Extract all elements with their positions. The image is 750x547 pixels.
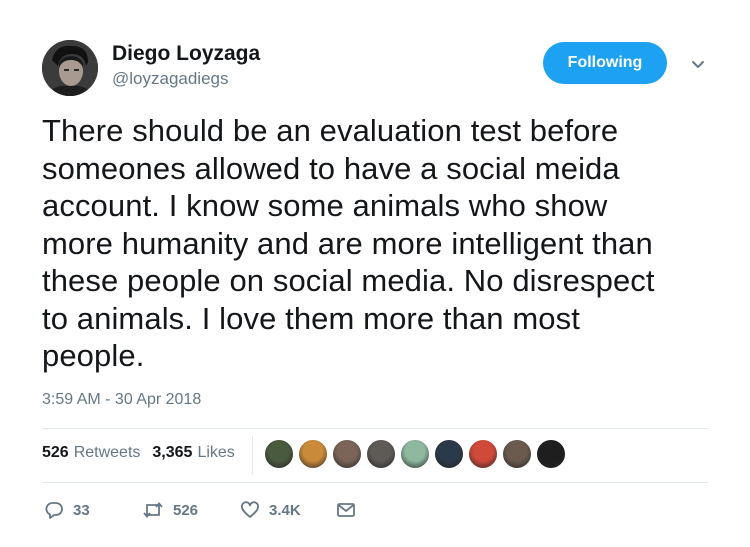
avatar[interactable] — [42, 40, 98, 96]
divider-top — [42, 428, 708, 429]
liker-avatars — [264, 439, 570, 469]
retweet-button[interactable]: 526 — [142, 500, 240, 520]
user-handle[interactable]: @loyzagadiegs — [112, 69, 229, 89]
liker-avatar[interactable] — [264, 439, 294, 469]
following-button[interactable]: Following — [543, 42, 667, 84]
heart-icon — [241, 501, 259, 518]
likes-count: 3,365 — [152, 444, 193, 461]
like-button[interactable]: 3.4K — [240, 500, 336, 520]
envelope-icon — [337, 503, 355, 517]
chevron-down-icon[interactable] — [688, 54, 708, 74]
liker-avatar[interactable] — [434, 439, 464, 469]
likes-label: Likes — [197, 444, 235, 461]
like-count: 3.4K — [269, 501, 301, 519]
stats-separator — [252, 436, 253, 474]
liker-avatar[interactable] — [468, 439, 498, 469]
liker-avatar[interactable] — [502, 439, 532, 469]
divider-bottom — [42, 482, 708, 483]
liker-avatar[interactable] — [536, 439, 566, 469]
reply-icon — [45, 502, 63, 519]
retweets-label: Retweets — [73, 444, 141, 461]
liker-avatar[interactable] — [400, 439, 430, 469]
direct-message-button[interactable] — [336, 500, 365, 520]
retweet-count: 526 — [173, 501, 199, 519]
liker-avatar[interactable] — [298, 439, 328, 469]
tweet-card: Diego Loyzaga @loyzagadiegs Following Th… — [0, 0, 750, 547]
reply-count: 33 — [73, 501, 90, 519]
reply-button[interactable]: 33 — [44, 500, 142, 520]
retweets-count: 526 — [42, 444, 69, 461]
retweet-icon — [143, 502, 163, 518]
engagement-stats: 526 Retweets 3,365 Likes — [42, 444, 247, 462]
liker-avatar[interactable] — [332, 439, 362, 469]
retweets-stat[interactable]: 526 Retweets — [42, 444, 140, 462]
tweet-timestamp[interactable]: 3:59 AM - 30 Apr 2018 — [42, 391, 201, 409]
avatar-photo-icon — [42, 40, 98, 96]
display-name[interactable]: Diego Loyzaga — [112, 42, 260, 66]
tweet-text: There should be an evaluation test befor… — [42, 113, 655, 373]
liker-avatar[interactable] — [366, 439, 396, 469]
tweet-actions: 33 526 3.4K — [44, 500, 365, 520]
likes-stat[interactable]: 3,365 Likes — [152, 444, 234, 462]
